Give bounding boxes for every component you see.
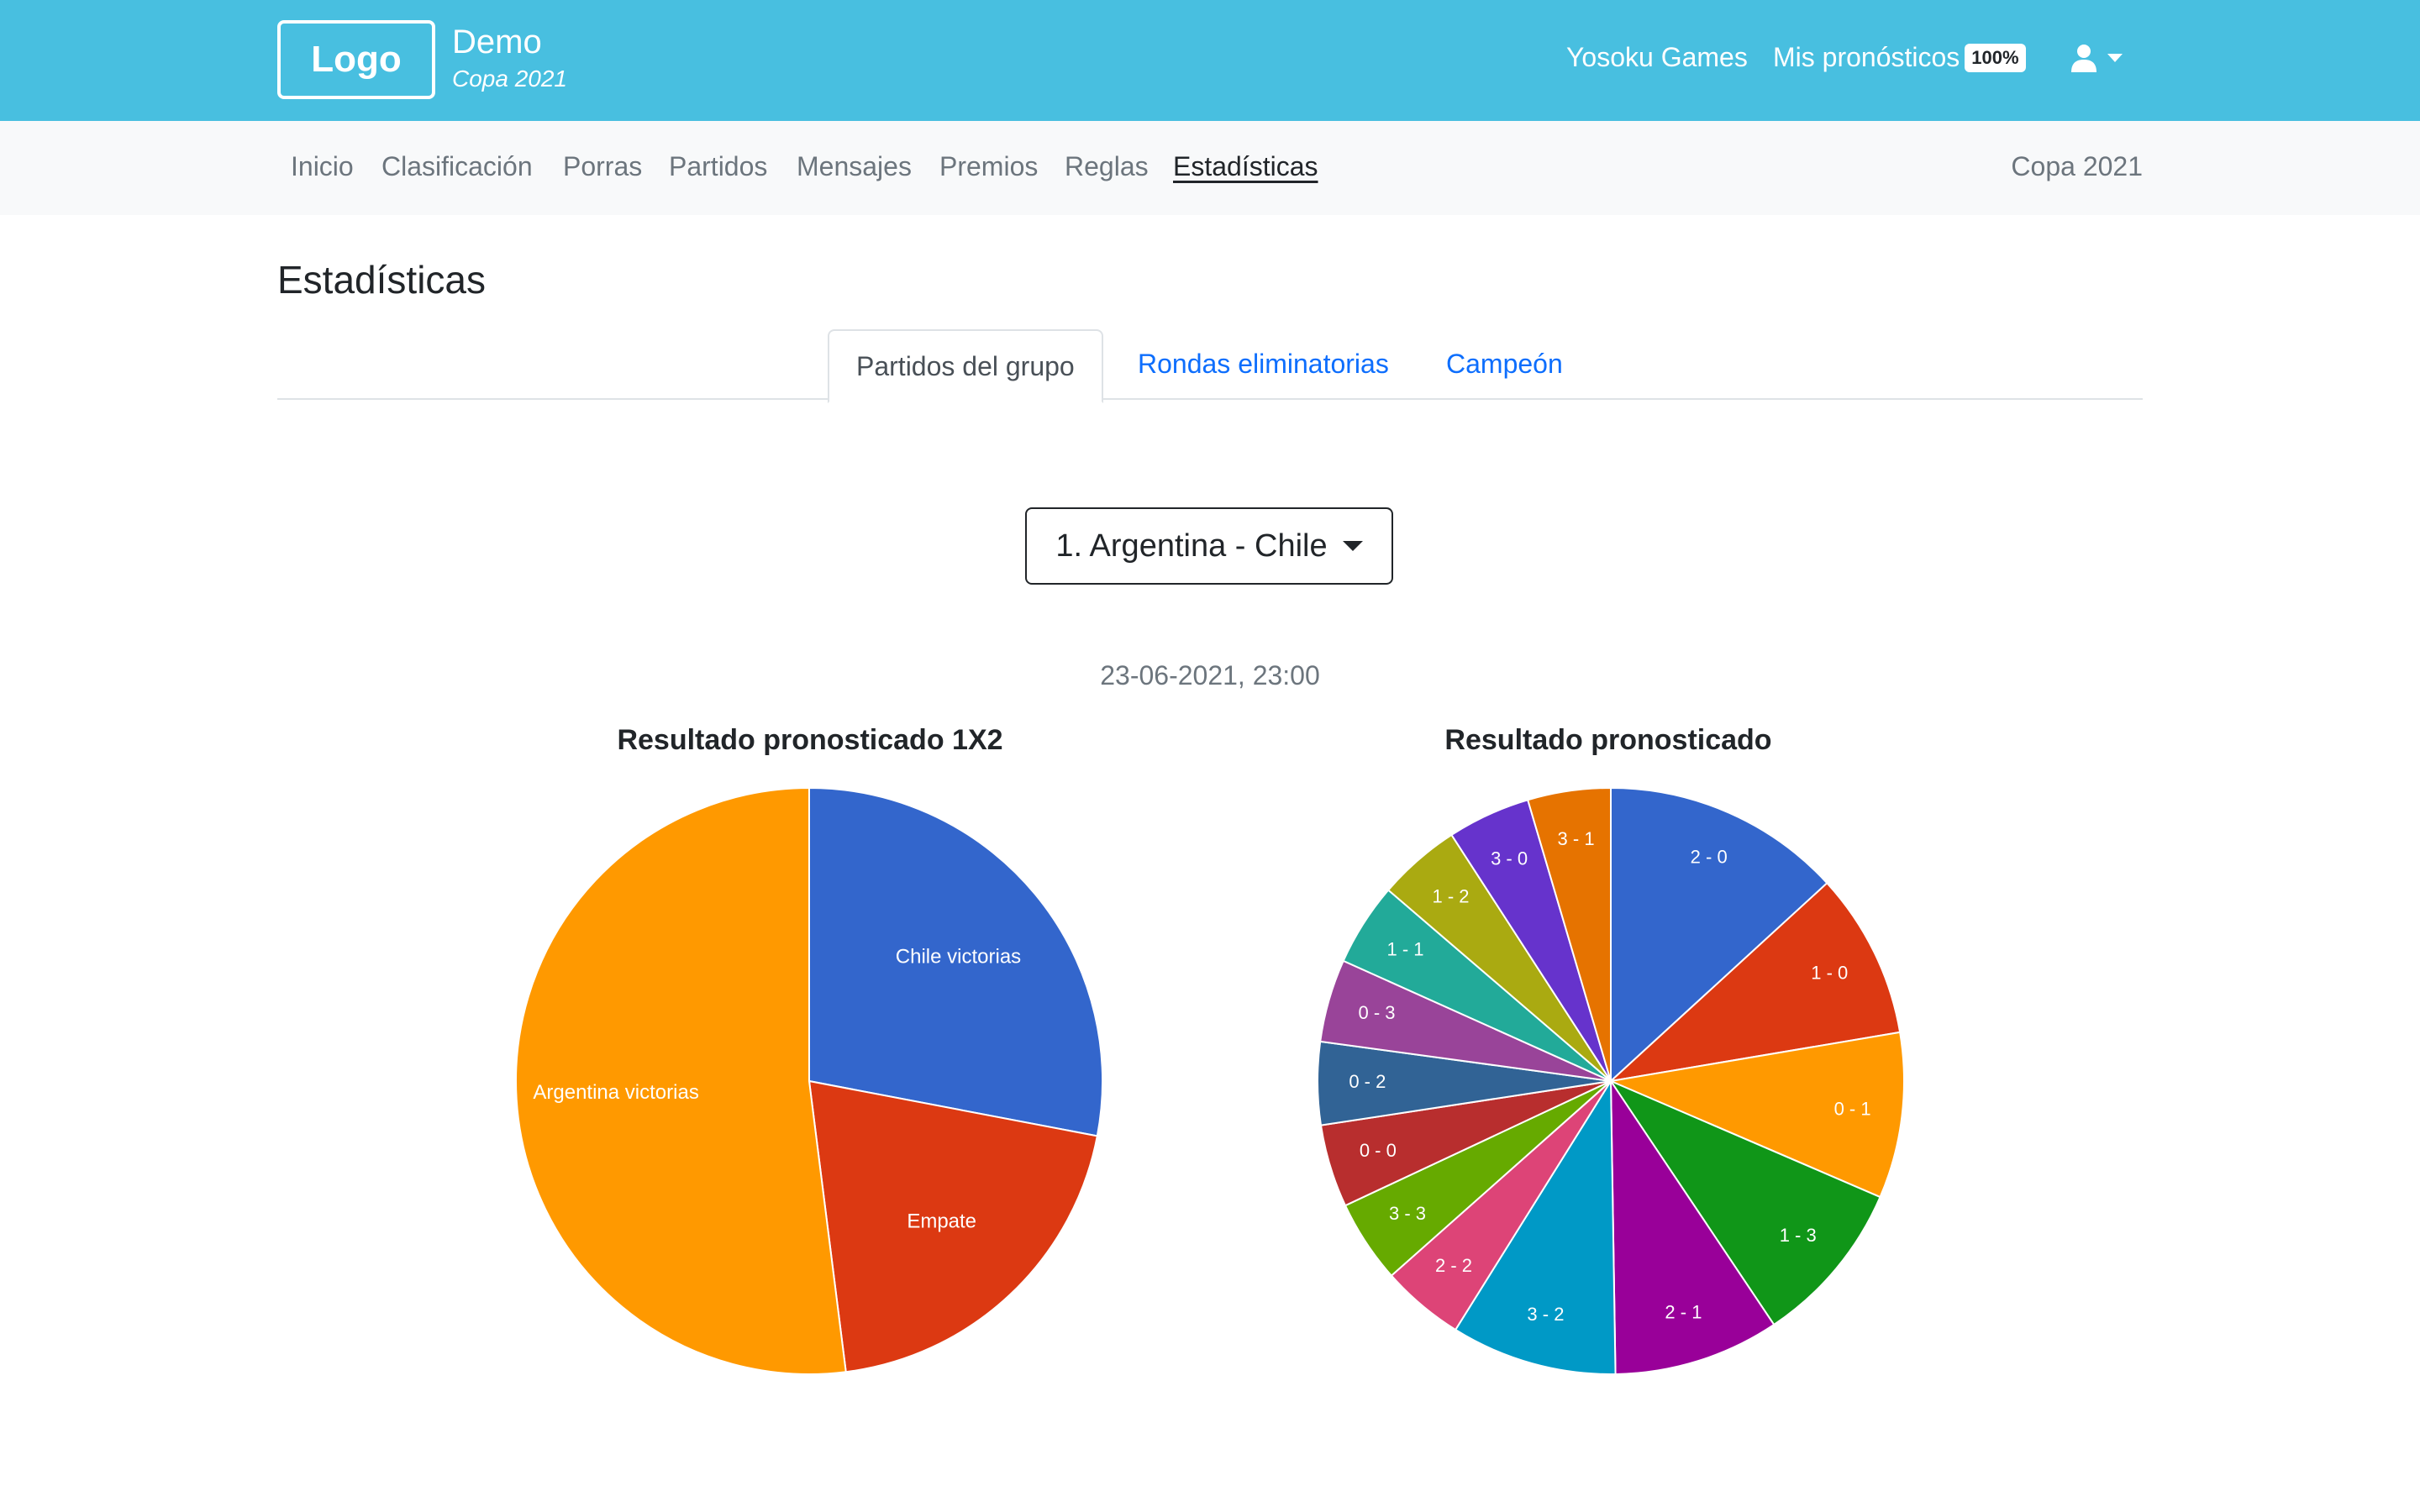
nav-item-inicio[interactable]: Inicio xyxy=(291,151,354,182)
user-menu-dropdown[interactable] xyxy=(2070,44,2123,72)
pie-label-3-1: 3 - 1 xyxy=(1558,828,1595,849)
tabs-divider xyxy=(277,398,2143,400)
pie-label-3-0: 3 - 0 xyxy=(1491,848,1528,869)
main-nav: Inicio Clasificación Porras Partidos Men… xyxy=(0,121,2420,215)
top-header: Logo Demo Copa 2021 Yosoku Games Mis pro… xyxy=(0,0,2420,121)
pie-label-0-2: 0 - 2 xyxy=(1349,1071,1386,1092)
pie-label-1-2: 1 - 2 xyxy=(1432,886,1469,907)
chevron-down-icon xyxy=(1342,541,1363,551)
pie-label-argentina-victorias: Argentina victorias xyxy=(533,1081,698,1104)
nav-item-premios[interactable]: Premios xyxy=(939,151,1038,182)
mis-pronosticos-label: Mis pronósticos xyxy=(1773,42,1960,72)
pie-chart-resultado: 2 - 0 1 - 0 0 - 1 1 - 3 2 - 1 3 - 2 2 - 2 3 - 3… xyxy=(1317,786,1905,1375)
nav-item-clasificacion[interactable]: Clasificación xyxy=(381,151,533,182)
pie-label-3-2: 3 - 2 xyxy=(1527,1304,1564,1325)
brand-title: Demo xyxy=(452,24,542,60)
pie-label-2-2: 2 - 2 xyxy=(1435,1255,1472,1276)
user-icon xyxy=(2071,45,2096,72)
pie-label-0-3: 0 - 3 xyxy=(1359,1002,1396,1023)
tab-campeon[interactable]: Campeón xyxy=(1446,329,1563,398)
match-select-label: 1. Argentina - Chile xyxy=(1055,528,1328,564)
pie-label-0-0: 0 - 0 xyxy=(1360,1140,1397,1161)
pie-label-1-0: 1 - 0 xyxy=(1811,963,1848,984)
tournament-label: Copa 2021 xyxy=(2011,151,2143,181)
chart-title-1x2: Resultado pronosticado 1X2 xyxy=(617,724,1003,756)
nav-item-partidos[interactable]: Partidos xyxy=(669,151,767,182)
page-title: Estadísticas xyxy=(277,258,486,302)
tab-rondas-eliminatorias[interactable]: Rondas eliminatorias xyxy=(1138,329,1389,398)
pie-label-0-1: 0 - 1 xyxy=(1834,1098,1871,1119)
nav-item-porras[interactable]: Porras xyxy=(563,151,642,182)
yosoku-games-link[interactable]: Yosoku Games xyxy=(1566,42,1748,73)
pie-chart-1x2: Chile victorias Empate Argentina victorias xyxy=(515,786,1103,1375)
logo[interactable]: Logo xyxy=(277,20,435,99)
nav-item-reglas[interactable]: Reglas xyxy=(1065,151,1149,182)
nav-item-estadisticas[interactable]: Estadísticas xyxy=(1173,151,1318,182)
chevron-down-icon xyxy=(2107,54,2123,62)
mis-pronosticos-link[interactable]: Mis pronósticos 100% xyxy=(1773,42,2026,74)
match-select-dropdown[interactable]: 1. Argentina - Chile xyxy=(1025,507,1393,585)
chart-title-resultado: Resultado pronosticado xyxy=(1444,724,1772,756)
pie-label-3-3: 3 - 3 xyxy=(1389,1203,1426,1224)
pie-label-2-1: 2 - 1 xyxy=(1665,1301,1702,1322)
brand-subtitle: Copa 2021 xyxy=(452,66,568,92)
progress-badge: 100% xyxy=(1965,43,2026,72)
pie-label-1-3: 1 - 3 xyxy=(1780,1225,1817,1246)
tab-partidos-del-grupo[interactable]: Partidos del grupo xyxy=(828,329,1103,403)
pie-label-chile-victorias: Chile victorias xyxy=(896,946,1021,969)
pie-label-2-0: 2 - 0 xyxy=(1691,847,1728,868)
match-date: 23-06-2021, 23:00 xyxy=(1100,660,1320,690)
pie-label-1-1: 1 - 1 xyxy=(1387,938,1424,959)
nav-item-mensajes[interactable]: Mensajes xyxy=(797,151,912,182)
pie-label-empate: Empate xyxy=(907,1210,976,1232)
